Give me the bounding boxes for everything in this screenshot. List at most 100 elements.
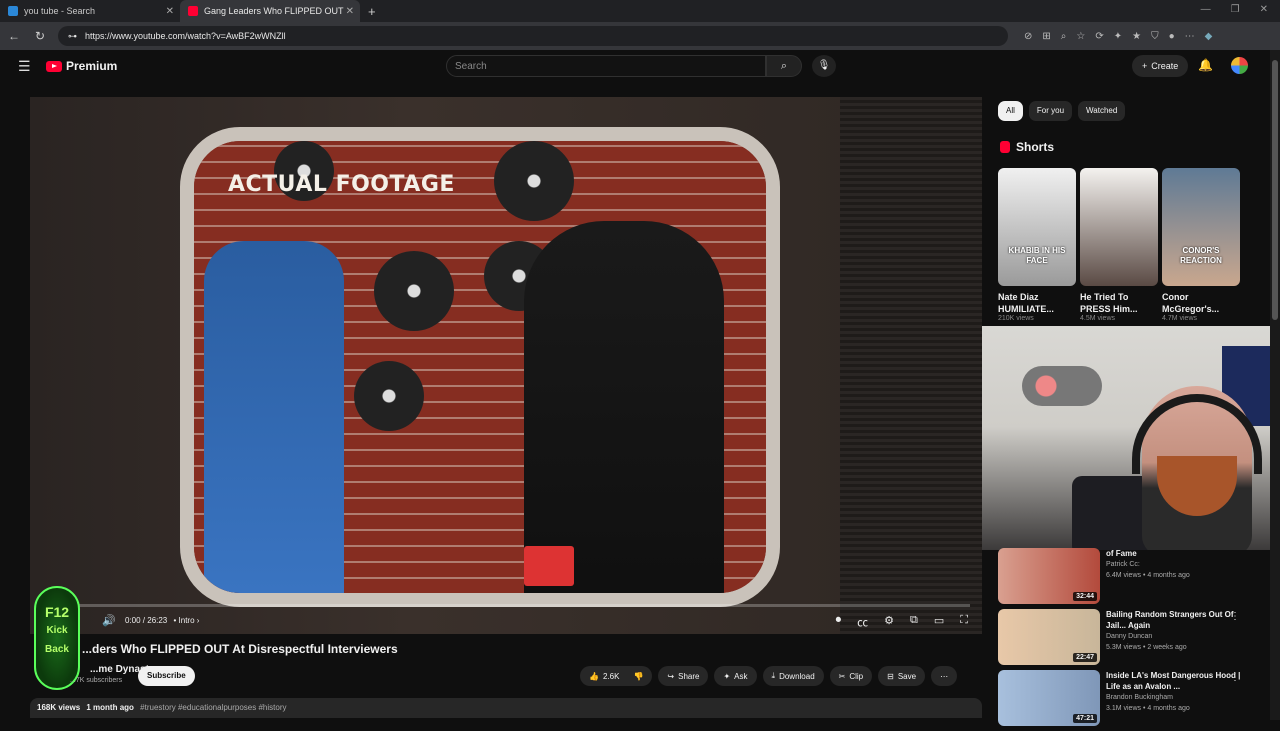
video-thumbnail[interactable]: 32:44	[998, 548, 1100, 604]
webcam-overlay	[982, 326, 1280, 550]
short-caption: KHABIB IN HIS FACE	[1008, 246, 1066, 265]
short-item[interactable]: KHABIB IN HIS FACE Nate Diaz HUMILIATE..…	[998, 168, 1076, 322]
hamburger-menu-icon[interactable]: ☰	[18, 58, 34, 75]
chip-for-you[interactable]: For you	[1028, 101, 1073, 121]
rec-title[interactable]: Bailing Random Strangers Out Of Jail... …	[1106, 609, 1248, 631]
thumbs-down-icon[interactable]: 👎	[633, 672, 643, 681]
apps-icon[interactable]: ⊞	[1042, 31, 1050, 42]
more-options-icon[interactable]: ⋮	[1230, 611, 1240, 622]
theater-mode-icon[interactable]: ▭	[934, 614, 944, 630]
short-title[interactable]: Nate Diaz HUMILIATE...	[998, 291, 1076, 315]
shorts-header: Shorts	[1000, 140, 1054, 154]
extensions-icon[interactable]: ✦	[1114, 31, 1122, 42]
short-title[interactable]: Conor McGregor's...	[1162, 291, 1240, 315]
video-thumbnail[interactable]: 22:47	[998, 609, 1100, 665]
short-thumbnail[interactable]: CONOR'S REACTION	[1162, 168, 1240, 286]
short-thumbnail[interactable]: KHABIB IN HIS FACE	[998, 168, 1076, 286]
fullscreen-icon[interactable]: ⛶	[960, 614, 968, 630]
minimize-icon[interactable]: —	[1201, 4, 1211, 15]
chevron-right-icon: ›	[196, 616, 200, 625]
settings-gear-icon[interactable]: ⚙	[884, 614, 894, 630]
download-button[interactable]: ⤓ Download	[762, 666, 824, 686]
video-actions: 👍 2.6K 👎 ↪ Share ✦ Ask ⤓ Download ✂ Clip…	[580, 666, 958, 686]
thumbs-up-icon: 👍	[589, 671, 599, 681]
rec-channel[interactable]: Brandon Buckingham	[1106, 692, 1248, 703]
short-views: 4.7M views	[1162, 315, 1198, 322]
share-button[interactable]: ↪ Share	[658, 666, 709, 686]
ask-button[interactable]: ✦ Ask	[714, 666, 757, 686]
notifications-bell-icon[interactable]: 🔔	[1198, 58, 1213, 72]
rec-title[interactable]: Inside LA's Most Dangerous Hood | Life a…	[1106, 670, 1248, 692]
favorites-icon[interactable]: ★	[1132, 31, 1141, 42]
refresh-icon[interactable]: ↻	[32, 29, 48, 43]
create-label: Create	[1151, 61, 1179, 71]
list-item[interactable]: 47:21 Inside LA's Most Dangerous Hood | …	[998, 670, 1248, 728]
close-tab-icon[interactable]: ✕	[346, 6, 354, 17]
like-button[interactable]: 👍 2.6K 👎	[580, 666, 653, 686]
list-item[interactable]: 22:47 Bailing Random Strangers Out Of Ja…	[998, 609, 1248, 667]
rec-channel[interactable]: Patrick Cc:	[1106, 559, 1190, 570]
duration-badge: 22:47	[1073, 653, 1097, 662]
duration-badge: 32:44	[1073, 592, 1097, 601]
short-item[interactable]: He Tried To PRESS Him... 4.5M views	[1080, 168, 1158, 322]
zoom-icon[interactable]: ⌕	[1061, 31, 1067, 42]
shield-icon[interactable]: ⛉	[1151, 31, 1159, 42]
scrollbar-thumb[interactable]	[1272, 60, 1278, 320]
description-box[interactable]: 168K views 1 month ago #truestory #educa…	[30, 698, 982, 718]
site-info-icon[interactable]: ⊶	[68, 31, 77, 42]
account-avatar[interactable]	[1231, 57, 1248, 74]
clip-button[interactable]: ✂ Clip	[829, 666, 873, 686]
short-caption: CONOR'S REACTION	[1180, 246, 1222, 265]
rec-channel[interactable]: Danny Duncan	[1106, 631, 1248, 642]
more-icon[interactable]: ⋯	[1185, 31, 1195, 42]
favorite-star-icon[interactable]: ☆	[1076, 31, 1085, 42]
search-button[interactable]: ⌕	[766, 55, 802, 77]
copilot-icon[interactable]: ◆	[1205, 31, 1213, 42]
chip-watched[interactable]: Watched	[1078, 101, 1126, 121]
sync-icon[interactable]: ⟳	[1095, 31, 1103, 42]
search-input[interactable]: Search	[446, 55, 766, 77]
miniplayer-icon[interactable]: ⧉	[910, 614, 918, 630]
youtube-logo[interactable]: Premium	[46, 59, 117, 73]
youtube-play-icon	[46, 60, 62, 72]
close-window-icon[interactable]: ✕	[1260, 4, 1268, 15]
url-field[interactable]: ⊶ https://www.youtube.com/watch?v=AwBF2w…	[58, 26, 1008, 46]
short-title[interactable]: He Tried To PRESS Him...	[1080, 291, 1158, 315]
youtube-favicon-icon	[188, 6, 198, 16]
new-tab-button[interactable]: +	[368, 4, 376, 19]
autoplay-toggle-icon[interactable]: ⏺	[836, 614, 842, 630]
page-scrollbar[interactable]	[1270, 50, 1280, 720]
translate-icon[interactable]: ⊘	[1024, 31, 1032, 42]
restore-icon[interactable]: ❐	[1231, 4, 1240, 15]
tab-search[interactable]: you tube - Search ✕	[0, 0, 180, 22]
more-actions-button[interactable]: ⋯	[931, 666, 958, 686]
save-button[interactable]: ⊟ Save	[878, 666, 926, 686]
shorts-shelf: KHABIB IN HIS FACE Nate Diaz HUMILIATE..…	[998, 168, 1240, 322]
chip-all[interactable]: All	[998, 101, 1023, 121]
create-button[interactable]: + Create	[1132, 55, 1189, 77]
chapter-label[interactable]: • Intro	[174, 616, 195, 625]
view-count: 168K views	[37, 703, 81, 712]
short-item[interactable]: CONOR'S REACTION Conor McGregor's... 4.7…	[1162, 168, 1240, 322]
subscribe-button[interactable]: Subscribe	[138, 666, 195, 686]
list-item[interactable]: 32:44 of Fame Patrick Cc: 6.4M views • 4…	[998, 548, 1248, 606]
progress-bar[interactable]	[42, 604, 970, 607]
hashtags[interactable]: #truestory #educationalpurposes #history	[140, 703, 286, 712]
close-tab-icon[interactable]: ✕	[166, 6, 174, 17]
scissors-icon: ✂	[838, 671, 846, 681]
video-player[interactable]: ACTUAL FOOTAGE	[30, 97, 982, 634]
back-icon[interactable]: ←	[6, 29, 22, 43]
share-label: Share	[678, 671, 700, 681]
tab-video[interactable]: Gang Leaders Who FLIPPED OUT ✕	[180, 0, 360, 22]
address-toolbar: ← ↻ ⊶ https://www.youtube.com/watch?v=Aw…	[0, 22, 1280, 50]
short-thumbnail[interactable]	[1080, 168, 1158, 286]
captions-icon[interactable]: ㏄	[857, 614, 868, 630]
rec-title[interactable]: of Fame	[1106, 548, 1190, 559]
profile-icon[interactable]: ●	[1169, 31, 1175, 42]
more-options-icon[interactable]: ⋮	[1230, 672, 1240, 683]
video-thumbnail[interactable]: 47:21	[998, 670, 1100, 726]
tv-screen	[180, 127, 780, 607]
brand-label: Premium	[66, 59, 118, 73]
volume-icon[interactable]: 🔊	[102, 614, 116, 627]
voice-search-icon[interactable]: 🎙	[812, 55, 836, 77]
